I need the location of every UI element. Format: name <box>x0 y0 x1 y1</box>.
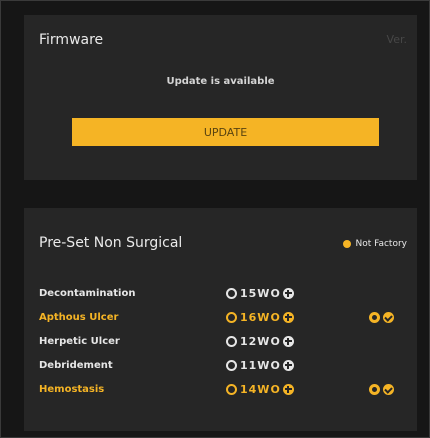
status-dot-icon <box>343 240 352 248</box>
not-factory-label: Not Factory <box>355 239 407 249</box>
preset-row[interactable]: Apthous Ulcer 16WO <box>24 305 417 329</box>
cycle-indicator: 12WO <box>226 335 294 348</box>
cycle-indicator: 15WO <box>226 287 294 300</box>
cycle-ring-icon <box>226 311 237 323</box>
cycle-ring-icon <box>226 383 237 395</box>
cycle-value: 15WO <box>240 286 281 300</box>
preset-title: Pre-Set Non Surgical <box>39 235 183 251</box>
cycle-indicator: 11WO <box>226 359 294 372</box>
preset-name: Debridement <box>39 359 113 371</box>
add-icon[interactable] <box>282 287 294 299</box>
app-frame: Firmware Ver. Update is available UPDATE… <box>0 0 430 438</box>
preset-row[interactable]: Hemostasis 14WO <box>24 377 417 401</box>
add-icon[interactable] <box>282 383 294 395</box>
row-status-icons <box>369 311 394 323</box>
add-icon[interactable] <box>282 311 294 323</box>
preset-list: Decontamination 15WO Apthous Ulcer 16WO <box>24 281 417 401</box>
cycle-ring-icon <box>226 359 237 371</box>
preset-row[interactable]: Decontamination 15WO <box>24 281 417 305</box>
cycle-value: 12WO <box>240 334 281 348</box>
not-factory-badge: Not Factory <box>343 239 407 249</box>
cycle-ring-icon <box>226 287 237 299</box>
cycle-value: 16WO <box>240 310 281 324</box>
preset-name: Herpetic Ulcer <box>39 335 120 347</box>
version-label: Ver. <box>386 33 407 46</box>
preset-name: Decontamination <box>39 287 136 299</box>
add-icon[interactable] <box>282 335 294 347</box>
update-button[interactable]: UPDATE <box>72 118 379 146</box>
cycle-ring-icon <box>226 335 237 347</box>
cycle-indicator: 16WO <box>226 311 294 324</box>
radio-icon[interactable] <box>369 311 380 323</box>
preset-panel: Pre-Set Non Surgical Not Factory Deconta… <box>24 208 417 431</box>
cycle-value: 14WO <box>240 382 281 396</box>
row-status-icons <box>369 383 394 395</box>
add-icon[interactable] <box>282 359 294 371</box>
preset-name: Hemostasis <box>39 383 105 395</box>
cycle-indicator: 14WO <box>226 383 294 396</box>
preset-row[interactable]: Herpetic Ulcer 12WO <box>24 329 417 353</box>
check-icon[interactable] <box>383 383 394 395</box>
firmware-title: Firmware <box>39 32 104 48</box>
cycle-value: 11WO <box>240 358 281 372</box>
check-icon[interactable] <box>383 311 394 323</box>
preset-name: Apthous Ulcer <box>39 311 119 323</box>
firmware-panel: Firmware Ver. Update is available UPDATE <box>24 15 417 180</box>
preset-row[interactable]: Debridement 11WO <box>24 353 417 377</box>
radio-icon[interactable] <box>369 383 380 395</box>
update-status-text: Update is available <box>166 76 275 87</box>
